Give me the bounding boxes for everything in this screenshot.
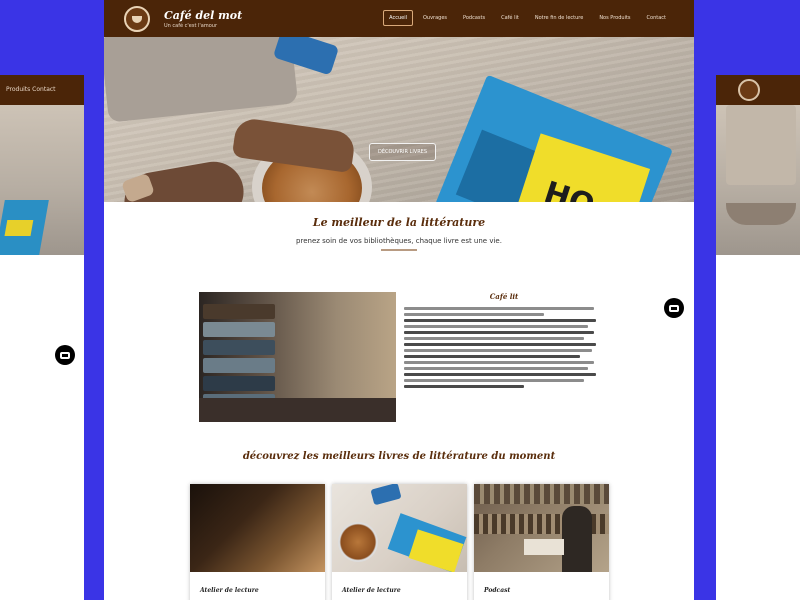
card-atelier-2[interactable]: Atelier de lecture	[332, 484, 467, 600]
about-text: Café lit	[404, 292, 604, 391]
left-preview-frame: Produits Contact	[0, 75, 84, 600]
card-title: Atelier de lecture	[200, 587, 259, 594]
top-navbar: Café del mot Un café c'est l'amour Accue…	[104, 0, 694, 37]
brand-tagline: Un café c'est l'amour	[164, 22, 217, 29]
chat-icon[interactable]	[55, 345, 75, 365]
right-preview-cup	[726, 203, 796, 225]
card-image-coffee-books	[332, 484, 467, 572]
nav-link-contact[interactable]: Contact	[641, 10, 672, 26]
hero-cta-button[interactable]: DÉCOUVRIR LIVRES	[369, 143, 437, 161]
nav-link-produits[interactable]: Nos Produits	[593, 10, 636, 26]
left-preview-nav: Produits Contact	[0, 75, 84, 105]
right-preview-frame	[716, 75, 800, 600]
left-preview-book	[0, 200, 49, 255]
right-preview-logo	[738, 79, 760, 101]
nav-link-fin-lecture[interactable]: Notre fin de lecture	[529, 10, 589, 26]
nav-links: Accueil Ouvrages Podcasts Café lit Notre…	[383, 10, 672, 26]
intro-title: Le meilleur de la littérature	[312, 216, 486, 229]
left-preview-hero	[0, 105, 84, 255]
cards-row: Atelier de lecture Atelier de lecture Po…	[190, 484, 610, 600]
intro-divider	[381, 249, 417, 251]
card-title: Atelier de lecture	[342, 587, 401, 594]
chat-icon-right[interactable]	[664, 298, 684, 318]
brand[interactable]: Café del mot Un café c'est l'amour	[164, 9, 242, 29]
card-podcast[interactable]: Podcast	[474, 484, 609, 600]
card-image-books-candle	[190, 484, 325, 572]
book-stack-image	[199, 292, 396, 422]
card-atelier-1[interactable]: Atelier de lecture	[190, 484, 325, 600]
nav-link-podcasts[interactable]: Podcasts	[457, 10, 491, 26]
nav-link-ouvrages[interactable]: Ouvrages	[417, 10, 453, 26]
right-preview-device	[726, 105, 796, 185]
cafe-logo-icon[interactable]	[124, 5, 150, 32]
about-section: Café lit	[199, 292, 604, 432]
brand-name: Café del mot	[164, 8, 243, 22]
nav-link-cafe-lit[interactable]: Café lit	[495, 10, 525, 26]
intro-subtitle: prenez soin de vos bibliothèques, chaque…	[296, 237, 502, 245]
discover-title: découvrez les meilleurs livres de littér…	[242, 451, 556, 462]
card-title: Podcast	[484, 587, 511, 594]
hero-banner: HO DÉCOUVRIR LIVRES	[104, 37, 694, 202]
about-title: Café lit	[489, 292, 519, 301]
nav-link-accueil[interactable]: Accueil	[383, 10, 413, 26]
card-image-library-reader	[474, 484, 609, 572]
